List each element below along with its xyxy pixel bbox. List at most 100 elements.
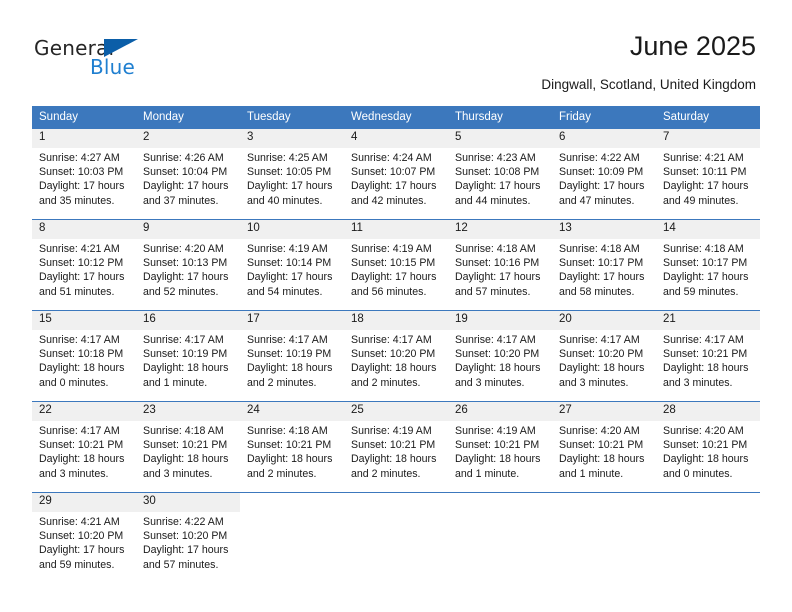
calendar-day-cell[interactable]: 3 Sunrise: 4:25 AM Sunset: 10:05 PM Dayligh…: [240, 129, 344, 220]
calendar-week-row: 29 Sunrise: 4:21 AM Sunset: 10:20 PM Daylig…: [32, 492, 760, 589]
calendar-week-row: 22 Sunrise: 4:17 AM Sunset: 10:21 PM Daylig…: [32, 401, 760, 493]
calendar-day-cell[interactable]: 30 Sunrise: 4:22 AM Sunset: 10:20 PM Daylig…: [136, 492, 240, 589]
daylight-text-line2: and 3 minutes.: [143, 467, 213, 480]
sunset-text: Sunset: 10:14 PM: [247, 257, 332, 270]
sunrise-text: Sunrise: 4:18 AM: [663, 243, 744, 255]
sunset-text: Sunset: 10:21 PM: [351, 439, 436, 452]
calendar-day-cell[interactable]: 26 Sunrise: 4:19 AM Sunset: 10:21 PM Daylig…: [448, 401, 552, 493]
sunset-text: Sunset: 10:20 PM: [559, 348, 644, 361]
sunrise-text: Sunrise: 4:19 AM: [455, 425, 536, 437]
weekday-header-friday: Friday: [552, 106, 656, 129]
day-details: Sunrise: 4:17 AM Sunset: 10:19 PM Daylight…: [136, 330, 240, 390]
weekday-header-wednesday: Wednesday: [344, 106, 448, 129]
sunrise-text: Sunrise: 4:17 AM: [559, 334, 640, 346]
sunrise-sunset-calendar: Sunday Monday Tuesday Wednesday Thursday…: [32, 106, 760, 589]
calendar-day-cell[interactable]: 10 Sunrise: 4:19 AM Sunset: 10:14 PM Daylig…: [240, 219, 344, 311]
calendar-day-cell[interactable]: 24 Sunrise: 4:18 AM Sunset: 10:21 PM Daylig…: [240, 401, 344, 493]
daylight-text-line1: Daylight: 17 hours: [39, 544, 125, 557]
calendar-day-cell[interactable]: 23 Sunrise: 4:18 AM Sunset: 10:21 PM Daylig…: [136, 401, 240, 493]
sunset-text: Sunset: 10:20 PM: [39, 530, 124, 543]
calendar-body: 1 Sunrise: 4:27 AM Sunset: 10:03 PM Dayligh…: [32, 129, 760, 589]
calendar-day-cell[interactable]: 4 Sunrise: 4:24 AM Sunset: 10:07 PM Dayligh…: [344, 129, 448, 220]
daylight-text-line1: Daylight: 17 hours: [351, 180, 437, 193]
day-details: Sunrise: 4:21 AM Sunset: 10:20 PM Daylight…: [32, 512, 136, 572]
daylight-text-line2: and 3 minutes.: [559, 376, 629, 389]
calendar-day-cell[interactable]: 29 Sunrise: 4:21 AM Sunset: 10:20 PM Daylig…: [32, 492, 136, 589]
day-number: 21: [656, 311, 760, 330]
day-details: Sunrise: 4:17 AM Sunset: 10:20 PM Daylight…: [344, 330, 448, 390]
day-details: Sunrise: 4:23 AM Sunset: 10:08 PM Daylight…: [448, 148, 552, 208]
sunset-text: Sunset: 10:15 PM: [351, 257, 436, 270]
brand-logo[interactable]: General Blue: [34, 36, 214, 86]
day-number: 28: [656, 402, 760, 421]
calendar-day-cell[interactable]: 16 Sunrise: 4:17 AM Sunset: 10:19 PM Daylig…: [136, 310, 240, 402]
calendar-day-cell[interactable]: 12 Sunrise: 4:18 AM Sunset: 10:16 PM Daylig…: [448, 219, 552, 311]
daylight-text-line2: and 44 minutes.: [455, 194, 531, 207]
daylight-text-line2: and 59 minutes.: [39, 558, 115, 571]
daylight-text-line1: Daylight: 17 hours: [39, 271, 125, 284]
calendar-day-cell[interactable]: 20 Sunrise: 4:17 AM Sunset: 10:20 PM Daylig…: [552, 310, 656, 402]
calendar-day-cell[interactable]: 28 Sunrise: 4:20 AM Sunset: 10:21 PM Daylig…: [656, 401, 760, 493]
daylight-text-line1: Daylight: 17 hours: [559, 180, 645, 193]
calendar-day-cell[interactable]: 13 Sunrise: 4:18 AM Sunset: 10:17 PM Daylig…: [552, 219, 656, 311]
sunset-text: Sunset: 10:20 PM: [351, 348, 436, 361]
daylight-text-line1: Daylight: 18 hours: [247, 362, 333, 375]
day-number: 27: [552, 402, 656, 421]
sunrise-text: Sunrise: 4:21 AM: [39, 243, 120, 255]
daylight-text-line2: and 42 minutes.: [351, 194, 427, 207]
sunrise-text: Sunrise: 4:19 AM: [247, 243, 328, 255]
day-details: Sunrise: 4:20 AM Sunset: 10:21 PM Daylight…: [552, 421, 656, 481]
calendar-week-row: 15 Sunrise: 4:17 AM Sunset: 10:18 PM Daylig…: [32, 310, 760, 402]
calendar-day-cell[interactable]: 5 Sunrise: 4:23 AM Sunset: 10:08 PM Dayligh…: [448, 129, 552, 220]
sunset-text: Sunset: 10:18 PM: [39, 348, 124, 361]
weekday-header-thursday: Thursday: [448, 106, 552, 129]
calendar-day-cell[interactable]: 2 Sunrise: 4:26 AM Sunset: 10:04 PM Dayligh…: [136, 129, 240, 220]
daylight-text-line2: and 3 minutes.: [455, 376, 525, 389]
calendar-day-cell[interactable]: 18 Sunrise: 4:17 AM Sunset: 10:20 PM Daylig…: [344, 310, 448, 402]
calendar-day-cell[interactable]: 9 Sunrise: 4:20 AM Sunset: 10:13 PM Dayligh…: [136, 219, 240, 311]
day-number: [448, 493, 552, 512]
calendar-day-cell[interactable]: 15 Sunrise: 4:17 AM Sunset: 10:18 PM Daylig…: [32, 310, 136, 402]
daylight-text-line2: and 56 minutes.: [351, 285, 427, 298]
calendar-header-row: Sunday Monday Tuesday Wednesday Thursday…: [32, 106, 760, 129]
day-details: Sunrise: 4:18 AM Sunset: 10:21 PM Daylight…: [240, 421, 344, 481]
day-number: 6: [552, 129, 656, 148]
daylight-text-line2: and 2 minutes.: [351, 467, 421, 480]
daylight-text-line1: Daylight: 18 hours: [143, 453, 229, 466]
calendar-day-cell[interactable]: 27 Sunrise: 4:20 AM Sunset: 10:21 PM Daylig…: [552, 401, 656, 493]
day-number: 13: [552, 220, 656, 239]
sunrise-text: Sunrise: 4:21 AM: [663, 152, 744, 164]
calendar-day-cell[interactable]: 11 Sunrise: 4:19 AM Sunset: 10:15 PM Daylig…: [344, 219, 448, 311]
calendar-day-cell[interactable]: 14 Sunrise: 4:18 AM Sunset: 10:17 PM Daylig…: [656, 219, 760, 311]
weekday-header-monday: Monday: [136, 106, 240, 129]
daylight-text-line1: Daylight: 18 hours: [39, 453, 125, 466]
sunrise-text: Sunrise: 4:18 AM: [455, 243, 536, 255]
calendar-day-cell[interactable]: 8 Sunrise: 4:21 AM Sunset: 10:12 PM Dayligh…: [32, 219, 136, 311]
calendar-day-cell[interactable]: 19 Sunrise: 4:17 AM Sunset: 10:20 PM Daylig…: [448, 310, 552, 402]
calendar-day-cell[interactable]: 21 Sunrise: 4:17 AM Sunset: 10:21 PM Daylig…: [656, 310, 760, 402]
calendar-page: General Blue June 2025 Dingwall, Scotlan…: [0, 0, 792, 612]
calendar-day-cell[interactable]: 1 Sunrise: 4:27 AM Sunset: 10:03 PM Dayligh…: [32, 129, 136, 220]
calendar-day-cell[interactable]: 25 Sunrise: 4:19 AM Sunset: 10:21 PM Daylig…: [344, 401, 448, 493]
daylight-text-line2: and 51 minutes.: [39, 285, 115, 298]
calendar-day-cell[interactable]: 17 Sunrise: 4:17 AM Sunset: 10:19 PM Daylig…: [240, 310, 344, 402]
calendar-day-cell[interactable]: 7 Sunrise: 4:21 AM Sunset: 10:11 PM Dayligh…: [656, 129, 760, 220]
sunrise-text: Sunrise: 4:25 AM: [247, 152, 328, 164]
sunrise-text: Sunrise: 4:17 AM: [351, 334, 432, 346]
sunrise-text: Sunrise: 4:22 AM: [559, 152, 640, 164]
day-number: 25: [344, 402, 448, 421]
day-details: Sunrise: 4:18 AM Sunset: 10:17 PM Daylight…: [552, 239, 656, 299]
day-details: Sunrise: 4:20 AM Sunset: 10:13 PM Daylight…: [136, 239, 240, 299]
calendar-day-cell-empty: [344, 492, 448, 589]
daylight-text-line1: Daylight: 18 hours: [143, 362, 229, 375]
day-number: 9: [136, 220, 240, 239]
calendar-day-cell[interactable]: 22 Sunrise: 4:17 AM Sunset: 10:21 PM Daylig…: [32, 401, 136, 493]
daylight-text-line2: and 35 minutes.: [39, 194, 115, 207]
sunrise-text: Sunrise: 4:20 AM: [663, 425, 744, 437]
calendar-day-cell[interactable]: 6 Sunrise: 4:22 AM Sunset: 10:09 PM Dayligh…: [552, 129, 656, 220]
sunset-text: Sunset: 10:21 PM: [455, 439, 540, 452]
daylight-text-line1: Daylight: 17 hours: [39, 180, 125, 193]
page-title: June 2025: [629, 31, 756, 61]
sunset-text: Sunset: 10:21 PM: [663, 348, 748, 361]
sunset-text: Sunset: 10:03 PM: [39, 166, 124, 179]
